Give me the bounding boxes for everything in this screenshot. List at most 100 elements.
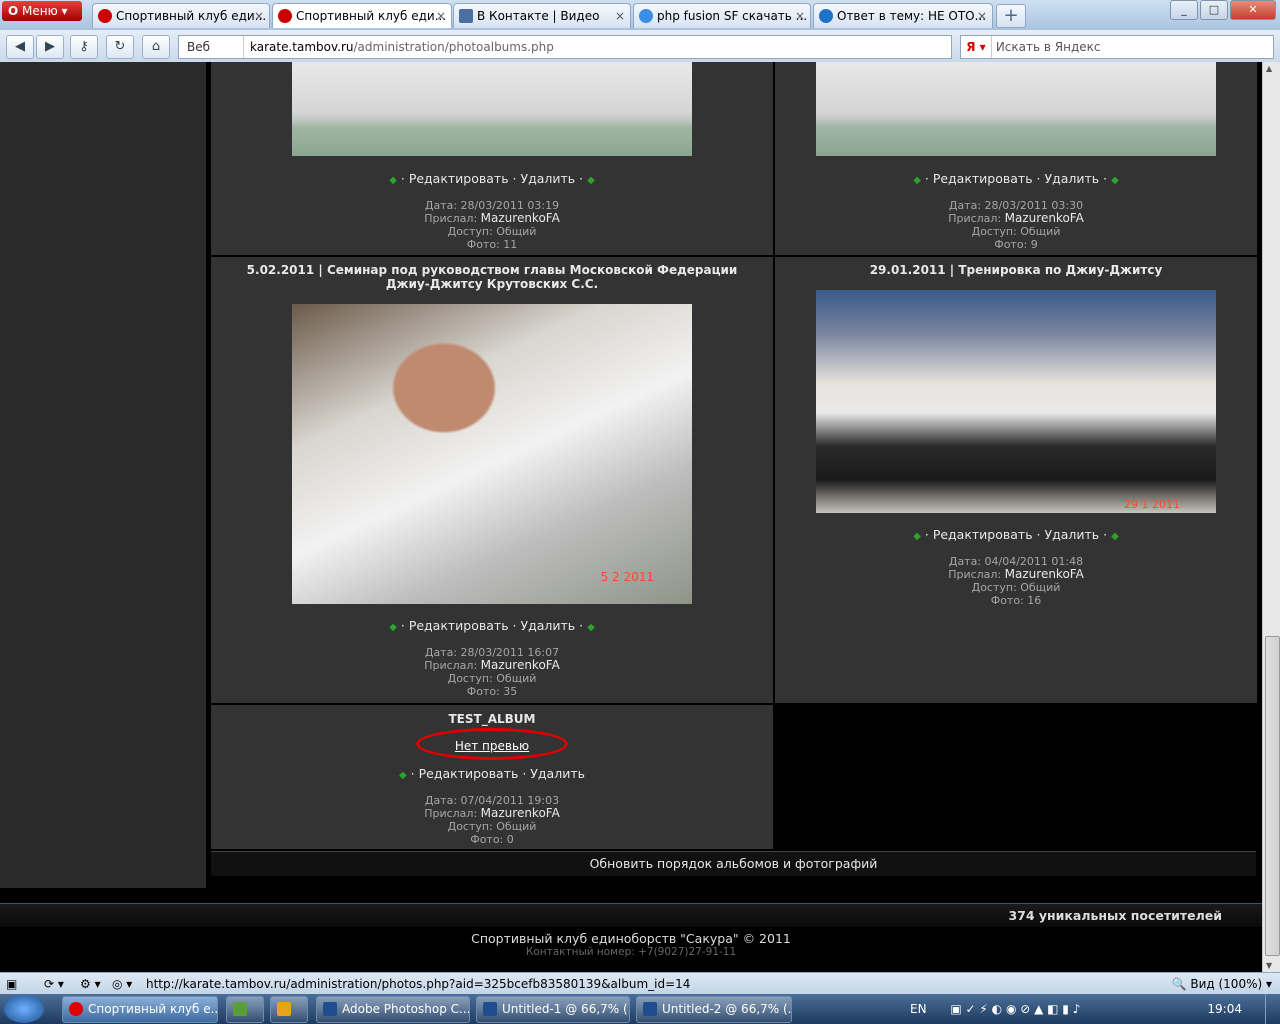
album-preview-image[interactable]: 5 2 2011 [292,304,692,604]
move-right-icon[interactable]: ◆ [1111,531,1119,542]
scrollbar-thumb[interactable] [1265,636,1280,956]
opera-icon [69,1002,83,1016]
taskbar-item-app[interactable] [226,996,264,1023]
tray-icons[interactable]: ▣ ✓ ⚡ ◐ ◉ ⊘ ▲ ◧ ▮ ♪ [950,1002,1080,1016]
site-favicon-icon [278,9,292,23]
delete-link[interactable]: Удалить [530,766,585,781]
photoshop-icon [483,1002,497,1016]
panel-toggle-icon[interactable]: ▣ [6,973,17,995]
album-title[interactable]: TEST_ALBUM [211,712,773,726]
album-preview-image[interactable]: 29 1 2011 [816,290,1216,513]
album-meta: Дата: 28/03/2011 03:30 Прислал: Mazurenk… [775,199,1257,251]
move-left-icon[interactable]: ◆ [913,175,921,186]
close-window-button[interactable]: ✕ [1230,0,1276,20]
album-photo-count: Фото: 11 [466,238,518,251]
tab-title: php fusion SF скачать ... [657,9,808,23]
close-tab-icon[interactable]: × [615,4,625,28]
move-left-icon[interactable]: ◆ [913,531,921,542]
album-access: Доступ: Общий [971,581,1061,594]
clock[interactable]: 19:04 [1207,994,1242,1024]
delete-link[interactable]: Удалить [1044,527,1099,542]
show-desktop-button[interactable] [1265,994,1280,1024]
no-preview-link[interactable]: Нет превью [211,739,773,753]
vertical-scrollbar[interactable]: ▲ ▼ [1262,62,1280,972]
move-left-icon[interactable]: ◆ [399,770,407,781]
close-tab-icon[interactable]: × [795,4,805,28]
edit-link[interactable]: Редактировать [409,171,509,186]
site-favicon-icon [98,9,112,23]
window-controls: _ □ ✕ [1168,0,1276,20]
edit-link[interactable]: Редактировать [409,618,509,633]
move-right-icon[interactable]: ◆ [1111,175,1119,186]
album-actions: ◆ · Редактировать · Удалить · ◆ [389,618,595,633]
taskbar-item-opera[interactable]: Спортивный клуб е... [62,996,218,1023]
wand-key-button[interactable]: ⚷ [70,35,98,59]
author-link[interactable]: MazurenkoFA [1005,211,1084,225]
tab-title: Ответ в тему: НЕ ОТО... [837,9,987,23]
move-left-icon[interactable]: ◆ [389,175,397,186]
author-link[interactable]: MazurenkoFA [481,211,560,225]
minimize-button[interactable]: _ [1170,0,1198,20]
close-tab-icon[interactable]: × [977,4,987,28]
delete-link[interactable]: Удалить [1044,171,1099,186]
view-settings-icon[interactable]: ◎ ▾ [112,973,132,995]
forward-button[interactable]: ▶ [36,35,64,59]
scroll-up-icon[interactable]: ▲ [1266,64,1272,73]
author-link[interactable]: MazurenkoFA [481,658,560,672]
close-tab-icon[interactable]: × [436,4,446,28]
delete-link[interactable]: Удалить [520,618,575,633]
new-tab-button[interactable]: + [996,4,1026,28]
album-title[interactable]: 29.01.2011 | Тренировка по Джиу-Джитсу [775,263,1257,277]
address-bar[interactable]: Веб karate.tambov.ru/administration/photo… [178,35,952,59]
update-order-button[interactable]: Обновить порядок альбомов и фотографий [211,851,1256,876]
sync-icon[interactable]: ⟳ ▾ [44,973,64,995]
album-card: 5.02.2011 | Семинар под руководством гла… [211,257,773,703]
taskbar-item-untitled-2[interactable]: Untitled-2 @ 66,7% (... [636,996,792,1023]
move-left-icon[interactable]: ◆ [389,622,397,633]
close-tab-icon[interactable]: × [254,4,264,28]
page-viewport: ◆ · Редактировать · Удалить · ◆ Дата: 28… [0,62,1262,972]
photoshop-icon [323,1002,337,1016]
taskbar-item-photoshop[interactable]: Adobe Photoshop C... [316,996,470,1023]
album-preview-image[interactable] [816,62,1216,156]
tab-title: Спортивный клуб еди... [116,9,267,23]
album-preview-image[interactable] [292,62,692,156]
taskbar-label: Спортивный клуб е... [88,1002,218,1016]
album-access: Доступ: Общий [447,672,537,685]
album-access: Доступ: Общий [971,225,1061,238]
author-link[interactable]: MazurenkoFA [481,806,560,820]
language-indicator[interactable]: EN [910,1002,927,1016]
edit-link[interactable]: Редактировать [933,171,1033,186]
maximize-button[interactable]: □ [1200,0,1228,20]
vk-favicon-icon [459,9,473,23]
turbo-icon[interactable]: ⚙ ▾ [80,973,101,995]
start-button[interactable] [4,995,44,1023]
album-meta: Дата: 04/04/2011 01:48 Прислал: Mazurenk… [775,555,1257,607]
album-meta: Дата: 28/03/2011 16:07 Прислал: Mazurenk… [211,646,773,698]
taskbar-item-winamp[interactable] [270,996,308,1023]
edit-link[interactable]: Редактировать [933,527,1033,542]
scroll-down-icon[interactable]: ▼ [1266,961,1272,970]
tab-1[interactable]: Спортивный клуб еди... × [92,3,270,28]
tab-2[interactable]: Спортивный клуб еди... × [272,3,452,28]
move-right-icon[interactable]: ◆ [587,622,595,633]
zoom-control[interactable]: 🔍 Вид (100%) ▾ [1172,973,1272,995]
edit-link[interactable]: Редактировать [419,766,519,781]
status-url: http://karate.tambov.ru/administration/p… [146,977,691,991]
home-button[interactable]: ⌂ [142,35,170,59]
album-title[interactable]: 5.02.2011 | Семинар под руководством гла… [211,263,773,291]
zoom-icon: 🔍 [1171,977,1187,991]
tab-4[interactable]: php fusion SF скачать ... × [633,3,811,28]
taskbar-item-untitled-1[interactable]: Untitled-1 @ 66,7% (... [476,996,630,1023]
reload-button[interactable]: ↻ [106,35,134,59]
back-button[interactable]: ◀ [6,35,34,59]
lightning-icon [277,1002,291,1016]
delete-link[interactable]: Удалить [520,171,575,186]
author-link[interactable]: MazurenkoFA [1005,567,1084,581]
opera-menu-button[interactable]: O Меню ▾ [2,1,82,21]
search-box[interactable]: Я ▾ Искать в Яндекс [960,35,1274,59]
move-right-icon[interactable]: ◆ [587,175,595,186]
tab-3[interactable]: В Контакте | Видео × [453,3,631,28]
tab-5[interactable]: Ответ в тему: НЕ ОТО... × [813,3,993,28]
album-card: TEST_ALBUM Нет превью ◆ · Редактировать … [211,705,773,849]
